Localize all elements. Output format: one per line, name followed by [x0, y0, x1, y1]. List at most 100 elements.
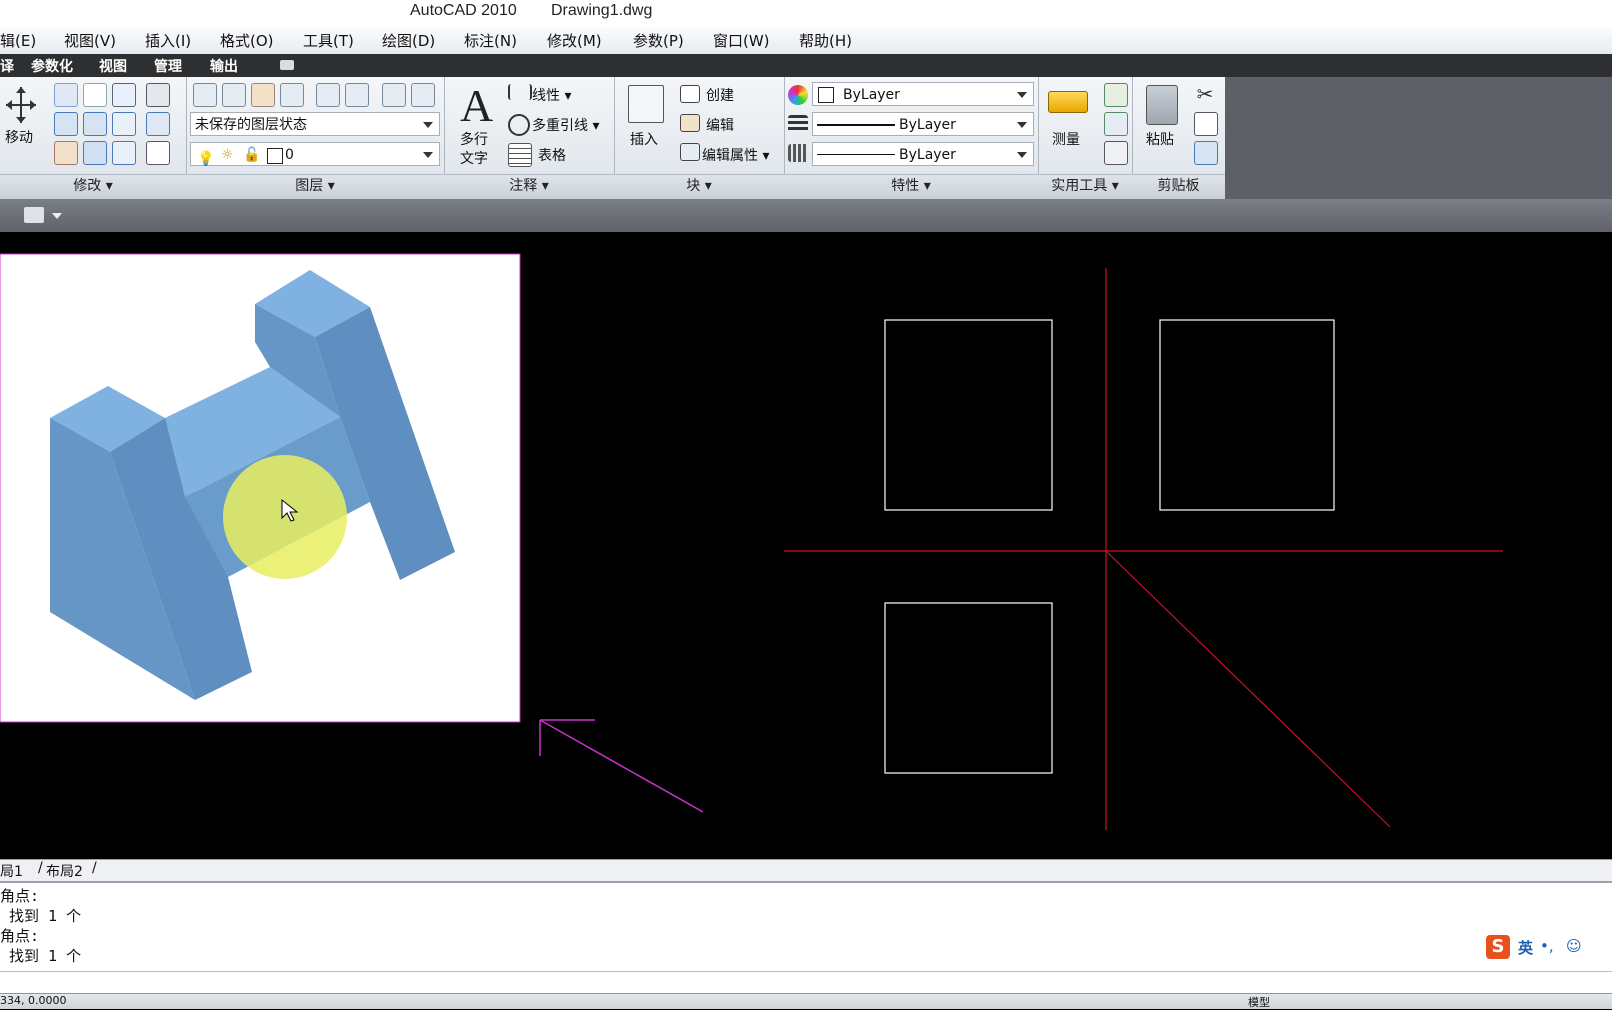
scale-icon[interactable]: [112, 83, 136, 107]
menu-tools[interactable]: 工具(T): [303, 30, 354, 51]
side-view-rect[interactable]: [1159, 319, 1335, 511]
tab-layout2[interactable]: 布局2: [46, 861, 83, 881]
edit-attribute-label[interactable]: 编辑属性 ▾: [702, 145, 769, 165]
rotate-icon[interactable]: [83, 83, 107, 107]
lock-icon[interactable]: 🔓: [243, 143, 260, 167]
menu-insert[interactable]: 插入(I): [145, 30, 191, 51]
cut-icon[interactable]: ✂: [1194, 83, 1216, 105]
menu-window[interactable]: 窗口(W): [713, 30, 770, 51]
menu-draw[interactable]: 绘图(D): [382, 30, 435, 51]
layer-isolate-icon[interactable]: [280, 83, 304, 107]
panel-modify: 移动 修改 ▾: [0, 77, 187, 199]
menu-format[interactable]: 格式(O): [220, 30, 274, 51]
drawing-canvas[interactable]: [0, 232, 1612, 859]
tab-options-icon[interactable]: [280, 60, 294, 70]
layer-match-icon[interactable]: [222, 83, 246, 107]
panel-block: 插入 创建 编辑 编辑属性 ▾ 块 ▾: [614, 77, 785, 199]
menu-edit[interactable]: 辑(E): [0, 30, 36, 51]
tab-output[interactable]: 输出: [210, 56, 238, 76]
create-block-icon[interactable]: [680, 85, 700, 103]
measure-icon[interactable]: [1048, 91, 1088, 113]
ime-emoji-icon[interactable]: ☺: [1566, 937, 1582, 955]
ime-toolbar[interactable]: S 英 •, ☺: [1486, 935, 1606, 961]
layer-freeze-icon[interactable]: [316, 83, 340, 107]
lineweight-dropdown[interactable]: ByLayer: [812, 112, 1034, 136]
select-similar-icon[interactable]: [1104, 112, 1128, 136]
linear-dim-icon[interactable]: [508, 84, 532, 100]
tab-separator: /: [38, 860, 43, 876]
color-dropdown[interactable]: ByLayer: [812, 82, 1034, 106]
tab-manage[interactable]: 管理: [154, 56, 182, 76]
panel-annotation-title[interactable]: 注释 ▾: [444, 174, 614, 199]
table-icon[interactable]: [508, 143, 532, 167]
copy-clip-icon[interactable]: [1194, 112, 1218, 136]
panel-modify-title[interactable]: 修改 ▾: [0, 174, 186, 199]
linetype-dropdown[interactable]: ByLayer: [812, 142, 1034, 166]
mtext-icon[interactable]: A: [460, 79, 493, 132]
ime-mode-label[interactable]: 英: [1518, 937, 1533, 958]
plot-icon[interactable]: [24, 207, 44, 223]
multileader-icon[interactable]: [508, 114, 530, 136]
edit-attribute-icon[interactable]: [680, 143, 700, 161]
menu-modify[interactable]: 修改(M): [547, 30, 602, 51]
file-title: Drawing1.dwg: [551, 2, 653, 19]
paste-label[interactable]: 粘贴: [1146, 129, 1174, 149]
tab-annotate[interactable]: 译: [0, 56, 14, 76]
layer-previous-icon[interactable]: [251, 83, 275, 107]
tab-parametric[interactable]: 参数化: [31, 56, 73, 76]
panel-layers-title[interactable]: 图层 ▾: [186, 174, 444, 199]
lightbulb-icon[interactable]: 💡: [197, 147, 214, 171]
measure-label[interactable]: 测量: [1052, 129, 1080, 149]
sun-icon[interactable]: ☼: [221, 143, 234, 167]
panel-utilities-title[interactable]: 实用工具 ▾: [1038, 174, 1132, 199]
mirror-icon[interactable]: [112, 112, 136, 136]
edit-block-icon[interactable]: [680, 114, 700, 132]
match-properties-icon[interactable]: [1194, 141, 1218, 165]
tab-view[interactable]: 视图: [99, 56, 127, 76]
menu-dimension[interactable]: 标注(N): [464, 30, 517, 51]
edit-label[interactable]: 编辑: [706, 115, 734, 135]
offset-icon[interactable]: [146, 83, 170, 107]
menu-parametric[interactable]: 参数(P): [633, 30, 684, 51]
panel-clipboard-title[interactable]: 剪贴板: [1132, 174, 1225, 199]
linear-label[interactable]: 线性 ▾: [532, 85, 571, 105]
multileader-label[interactable]: 多重引线 ▾: [532, 115, 599, 135]
menu-help[interactable]: 帮助(H): [799, 30, 852, 51]
trim-icon[interactable]: [83, 112, 107, 136]
array-icon[interactable]: [112, 141, 136, 165]
title-bar: AutoCAD 2010 Drawing1.dwg: [0, 0, 1612, 27]
copy-icon[interactable]: [54, 83, 78, 107]
fillet-icon[interactable]: [146, 141, 170, 165]
move-icon[interactable]: [4, 85, 38, 125]
table-label[interactable]: 表格: [538, 145, 566, 165]
menu-view[interactable]: 视图(V): [64, 30, 116, 51]
stretch-icon[interactable]: [54, 112, 78, 136]
erase-icon[interactable]: [54, 141, 78, 165]
insert-label[interactable]: 插入: [630, 129, 658, 149]
explode-icon[interactable]: [83, 141, 107, 165]
panel-properties-title[interactable]: 特性 ▾: [784, 174, 1038, 199]
layer-unisolate-icon[interactable]: [411, 83, 435, 107]
layer-lock-icon[interactable]: [382, 83, 406, 107]
ime-punctuation-icon[interactable]: •,: [1540, 937, 1554, 955]
layer-state-dropdown[interactable]: 未保存的图层状态: [190, 112, 440, 136]
paste-icon[interactable]: [1146, 85, 1178, 125]
break-icon[interactable]: [146, 112, 170, 136]
color-wheel-icon[interactable]: [788, 85, 808, 105]
lineweight-icon[interactable]: [788, 115, 808, 133]
create-label[interactable]: 创建: [706, 85, 734, 105]
calculator-icon[interactable]: [1104, 141, 1128, 165]
quick-select-icon[interactable]: [1104, 83, 1128, 107]
command-line[interactable]: 角点: 找到 1 个 角点: 找到 1 个 S 英 •, ☺: [0, 881, 1612, 995]
tab-layout1[interactable]: 局1: [0, 861, 23, 881]
linetype-icon[interactable]: [788, 144, 808, 162]
top-view-rect[interactable]: [884, 602, 1053, 774]
panel-block-title[interactable]: 块 ▾: [614, 174, 784, 199]
insert-block-icon[interactable]: [628, 85, 664, 123]
sogou-ime-icon[interactable]: S: [1486, 935, 1510, 959]
layer-properties-icon[interactable]: [193, 83, 217, 107]
layer-off-icon[interactable]: [345, 83, 369, 107]
current-layer-dropdown[interactable]: 💡 ☼ 🔓 0: [190, 142, 440, 167]
front-view-rect[interactable]: [884, 319, 1053, 511]
qat-dropdown-icon[interactable]: [52, 213, 62, 219]
